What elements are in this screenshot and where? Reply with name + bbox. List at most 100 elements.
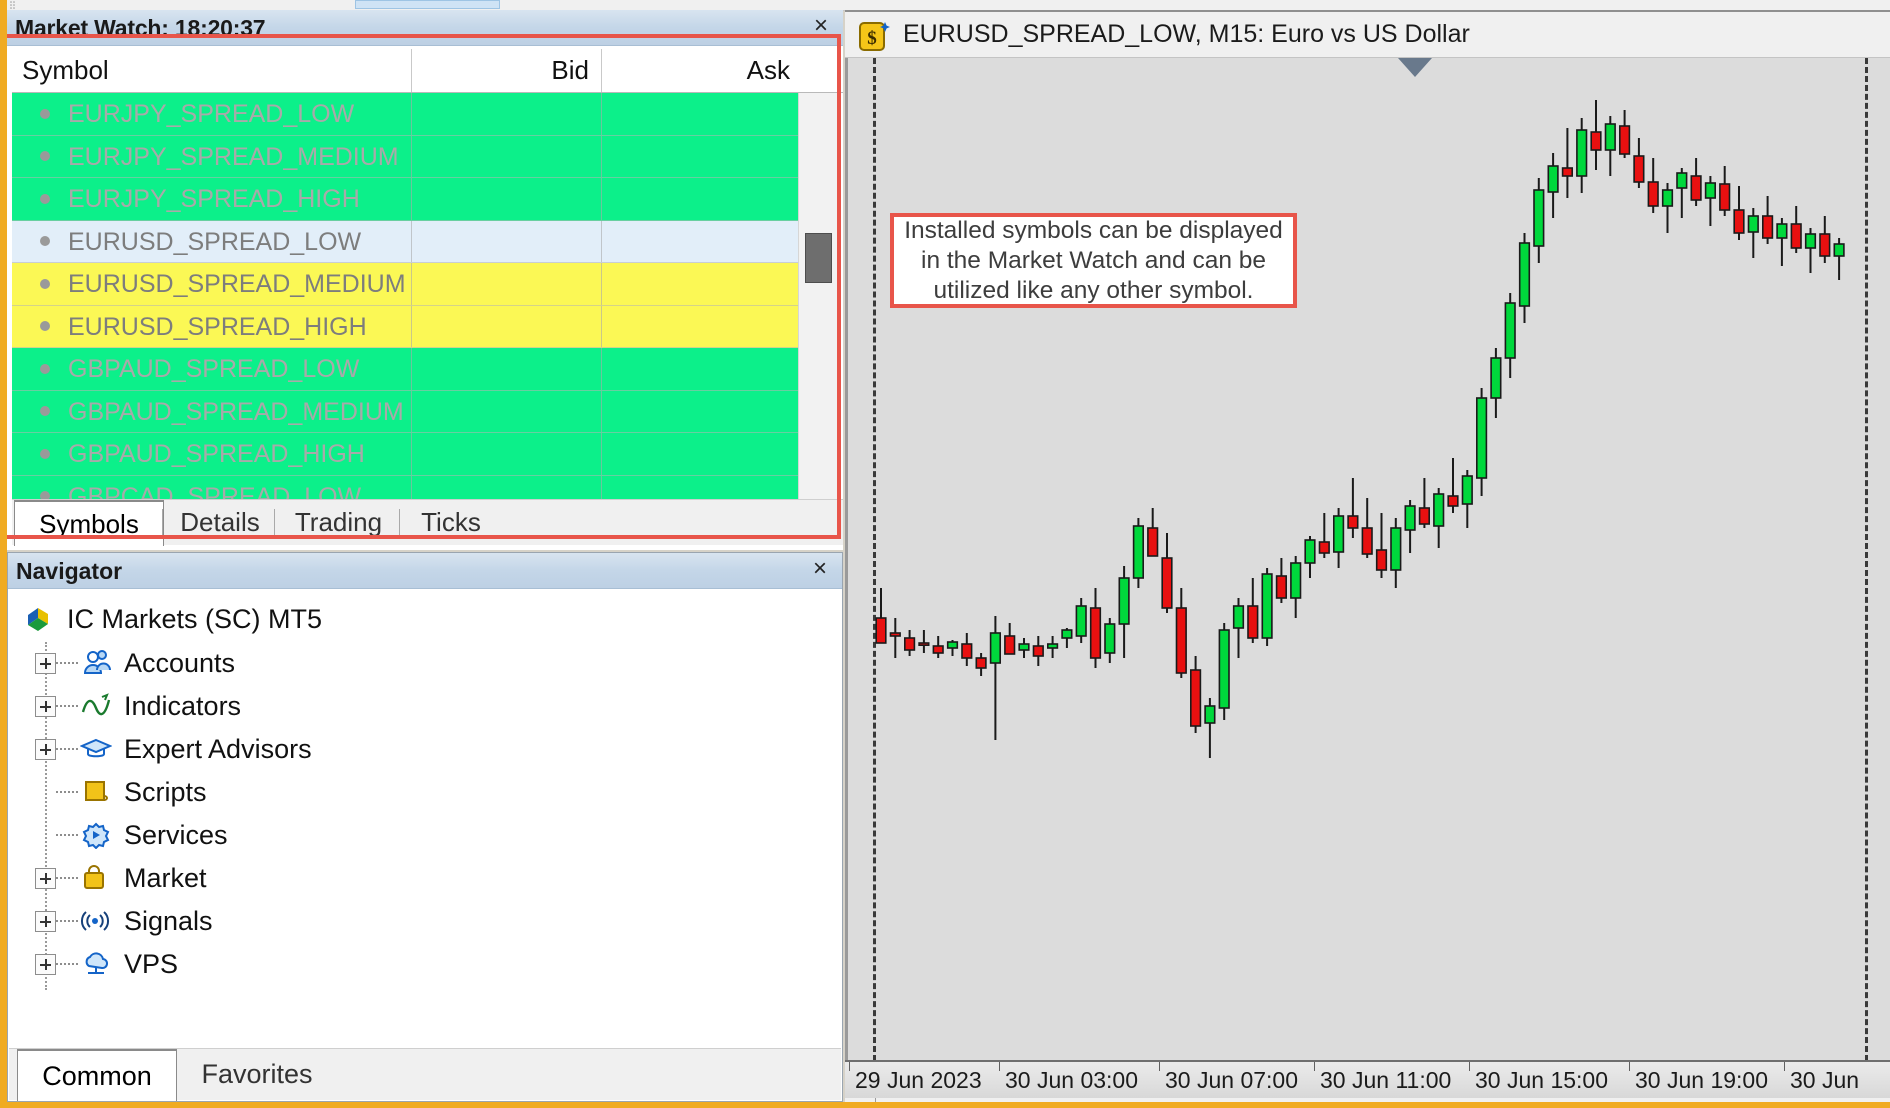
candle-body — [1790, 223, 1802, 249]
candle-body — [1204, 705, 1216, 724]
candle-body — [1047, 643, 1059, 649]
candle-body — [1804, 233, 1817, 249]
navigator-item-market[interactable]: Market — [35, 857, 207, 900]
candle-body — [1347, 515, 1359, 529]
candle-body — [1247, 605, 1259, 639]
candle-body — [1576, 129, 1588, 177]
navigator-item-services[interactable]: Services — [35, 814, 228, 857]
navigator-item-label: Signals — [124, 906, 213, 936]
candle-body — [1132, 525, 1145, 579]
candle-body — [1018, 643, 1030, 651]
navigator-item-expert-advisors[interactable]: Expert Advisors — [35, 728, 312, 771]
callout-line-1: Installed symbols can be displayed — [904, 216, 1283, 244]
chart-time-axis[interactable]: 29 Jun 2023 30 Jun 03:00 30 Jun 07:00 30 Ju… — [845, 1060, 1890, 1098]
symbol-cell: GBPAUD_SPREAD_LOW — [12, 348, 412, 390]
navigator-item-accounts[interactable]: Accounts — [35, 642, 235, 685]
ask-cell — [602, 263, 802, 305]
navigator-title: Navigator — [16, 558, 123, 584]
top-strip-active-tab[interactable] — [355, 0, 500, 9]
symbol-status-dot-icon — [40, 193, 50, 204]
navigator-tab-common[interactable]: Common — [17, 1049, 177, 1101]
market-icon — [80, 864, 114, 894]
tab-ticks[interactable]: Ticks — [401, 500, 501, 546]
column-header-bid[interactable]: Bid — [412, 49, 602, 92]
tree-branch-line — [56, 920, 78, 923]
candle-body — [946, 641, 959, 649]
navigator-item-label: Accounts — [124, 648, 236, 678]
candle-body — [1261, 573, 1273, 639]
time-axis-tick — [1159, 1062, 1160, 1071]
market-watch-scrollbar[interactable] — [798, 93, 838, 504]
tab-trading[interactable]: Trading — [276, 500, 401, 546]
candle-body — [1676, 172, 1688, 189]
column-header-symbol[interactable]: Symbol — [12, 49, 412, 92]
table-row[interactable]: EURJPY_SPREAD_LOW — [12, 93, 802, 136]
candle-body — [1318, 541, 1330, 554]
currency-symbol-icon: $ — [859, 22, 890, 51]
navigator-item-label: Indicators — [124, 691, 242, 721]
time-axis-label: 29 Jun 2023 — [855, 1067, 982, 1093]
accounts-icon — [80, 649, 114, 679]
bid-cell — [412, 93, 602, 135]
table-row[interactable]: GBPAUD_SPREAD_MEDIUM — [12, 390, 802, 433]
candle-body — [1375, 549, 1388, 571]
symbol-cell: EURUSD_SPREAD_LOW — [12, 220, 412, 262]
table-row[interactable]: EURUSD_SPREAD_HIGH — [12, 305, 802, 348]
scrollbar-thumb[interactable] — [805, 233, 832, 283]
market-watch-close-icon[interactable]: × — [809, 14, 833, 39]
navigator-root-node[interactable]: IC Markets (SC) MT5 — [23, 598, 322, 640]
navigator-titlebar: Navigator × — [8, 553, 842, 589]
navigator-item-vps[interactable]: VPS — [35, 943, 178, 986]
navigator-close-icon[interactable]: × — [808, 557, 832, 582]
column-header-ask[interactable]: Ask — [602, 49, 802, 92]
navigator-item-signals[interactable]: Signals — [35, 900, 213, 943]
svg-text:$: $ — [867, 28, 877, 49]
tab-details[interactable]: Details — [164, 500, 276, 546]
market-watch-tabbar: Symbols Details Trading Ticks — [12, 499, 843, 546]
navigator-item-label: Expert Advisors — [124, 734, 312, 764]
expand-plus-icon[interactable] — [35, 739, 56, 760]
candle-body — [1304, 539, 1316, 564]
time-axis-tick — [1314, 1062, 1315, 1071]
candle-body — [1089, 607, 1102, 659]
expand-plus-icon[interactable] — [35, 911, 56, 932]
table-row[interactable]: GBPAUD_SPREAD_LOW — [12, 348, 802, 391]
candle-body — [1404, 505, 1416, 531]
candle-body — [1819, 233, 1831, 257]
ask-cell — [602, 348, 802, 390]
expand-plus-icon[interactable] — [35, 954, 56, 975]
expand-plus-icon[interactable] — [35, 696, 56, 717]
table-row[interactable]: EURJPY_SPREAD_MEDIUM — [12, 135, 802, 178]
bid-cell — [412, 178, 602, 220]
navigator-item-scripts[interactable]: Scripts — [35, 771, 207, 814]
ask-cell — [602, 306, 802, 348]
candle-body — [1189, 669, 1202, 727]
table-row[interactable]: EURUSD_SPREAD_MEDIUM — [12, 263, 802, 306]
candle-body — [1475, 397, 1488, 479]
symbol-status-dot-icon — [40, 108, 50, 119]
table-row[interactable]: GBPAUD_SPREAD_HIGH — [12, 433, 802, 476]
candle-body — [1075, 605, 1087, 637]
table-row[interactable]: EURJPY_SPREAD_HIGH — [12, 178, 802, 221]
bid-cell — [412, 135, 602, 177]
expand-plus-icon[interactable] — [35, 868, 56, 889]
candle-body — [1161, 557, 1173, 609]
callout-line-2: in the Market Watch and can be — [921, 246, 1266, 274]
symbol-status-dot-icon — [40, 278, 50, 289]
chart-plot-area[interactable]: Installed symbols can be displayed in th… — [845, 58, 1890, 1070]
navigator-panel: Navigator × IC Markets (SC) MT5 Accounts… — [7, 552, 843, 1102]
table-row[interactable]: EURUSD_SPREAD_LOW — [12, 220, 802, 263]
market-watch-panel: Market Watch: 18:20:37 × Symbol Bid Ask … — [7, 10, 843, 550]
symbol-status-dot-icon — [40, 363, 50, 374]
candle-body — [1147, 527, 1159, 557]
ask-cell — [602, 433, 802, 475]
chart-title: EURUSD_SPREAD_LOW, M15: Euro vs US Dolla… — [903, 20, 1470, 48]
tab-symbols[interactable]: Symbols — [14, 500, 164, 546]
navigator-tab-favorites[interactable]: Favorites — [177, 1049, 337, 1101]
expand-plus-icon[interactable] — [35, 653, 56, 674]
candle-body — [1647, 181, 1659, 207]
ask-cell — [602, 391, 802, 433]
candle-body — [1461, 475, 1473, 505]
navigator-item-indicators[interactable]: Indicators — [35, 685, 241, 728]
symbol-status-dot-icon — [40, 448, 50, 459]
